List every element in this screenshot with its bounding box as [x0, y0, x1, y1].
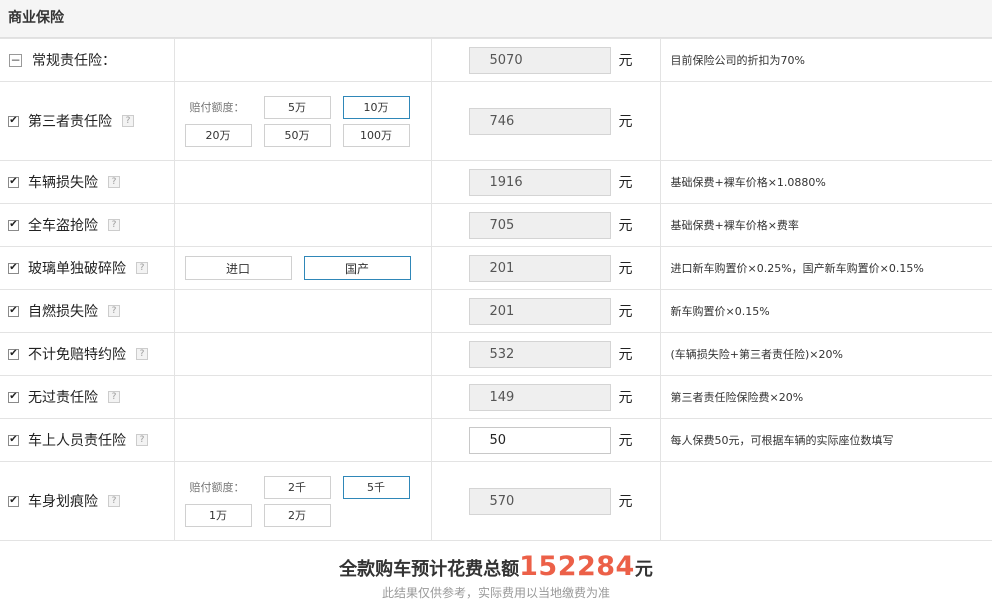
options-label: 赔付额度：: [189, 481, 245, 494]
price-field: 1916: [468, 168, 611, 196]
question-icon[interactable]: ?: [136, 348, 148, 360]
formula-text: [659, 461, 992, 541]
formula-text: [659, 81, 992, 161]
item-name: 车上人员责任险: [28, 433, 126, 449]
formula-text: 新车购置价×0.15%: [659, 289, 992, 333]
table-row: ✔ 玻璃单独破碎险 ? 进口 国产 201 元 进口新车购置价×0.25%，国产…: [0, 246, 992, 290]
unit-label: 元: [618, 390, 633, 406]
disclaimer-note: 此结果仅供参考，实际费用以当地缴费为准: [381, 586, 610, 600]
price-field: 149: [468, 383, 611, 411]
table-row: − 常规责任险： 5070 元 目前保险公司的折扣为70%: [0, 38, 992, 82]
option-2wan[interactable]: 2万: [263, 503, 331, 527]
formula-text: 基础保费+裸车价格×1.0880%: [659, 160, 992, 204]
option-50wan[interactable]: 50万: [263, 123, 331, 147]
unit-label: 元: [618, 218, 633, 234]
question-icon[interactable]: ?: [108, 176, 120, 188]
option-2qian[interactable]: 2千: [263, 475, 331, 499]
item-name: 第三者责任险: [28, 114, 112, 130]
item-name: 无过责任险: [28, 390, 98, 406]
question-icon[interactable]: ?: [108, 219, 120, 231]
checked-checkbox-icon[interactable]: ✔: [8, 495, 19, 507]
collapse-minus-icon[interactable]: −: [9, 53, 22, 67]
option-100wan[interactable]: 100万: [342, 123, 410, 147]
option-imported[interactable]: 进口: [184, 256, 292, 280]
checked-checkbox-icon[interactable]: ✔: [8, 262, 19, 274]
price-field: 201: [468, 297, 611, 325]
question-icon[interactable]: ?: [136, 262, 148, 274]
option-5wan[interactable]: 5万: [263, 95, 331, 119]
option-10wan[interactable]: 10万: [342, 95, 410, 119]
checked-checkbox-icon[interactable]: ✔: [8, 434, 19, 446]
unit-label: 元: [618, 304, 633, 320]
item-name: 自燃损失险: [28, 304, 98, 320]
checked-checkbox-icon[interactable]: ✔: [8, 115, 19, 127]
total-amount: 152284: [519, 551, 635, 582]
item-name: 全车盗抢险: [28, 218, 98, 234]
option-5qian[interactable]: 5千: [342, 475, 410, 499]
price-field: 570: [468, 487, 611, 515]
question-icon[interactable]: ?: [108, 391, 120, 403]
checked-checkbox-icon[interactable]: ✔: [8, 305, 19, 317]
formula-text: 第三者责任险保险费×20%: [659, 375, 992, 419]
price-field: 5070: [468, 46, 611, 74]
option-domestic[interactable]: 国产: [303, 256, 411, 280]
total-suffix: 元: [634, 559, 653, 580]
formula-text: 目前保险公司的折扣为70%: [659, 38, 992, 82]
formula-text: 每人保费50元，可根据车辆的实际座位数填写: [659, 418, 992, 462]
total-prefix: 全款购车预计花费总额: [339, 559, 520, 580]
unit-label: 元: [618, 53, 633, 69]
table-row: ✔ 无过责任险 ? 149 元 第三者责任险保险费×20%: [0, 375, 992, 419]
item-name: 玻璃单独破碎险: [28, 261, 126, 277]
checked-checkbox-icon[interactable]: ✔: [8, 391, 19, 403]
table-row: ✔ 车上人员责任险 ? 50 元 每人保费50元，可根据车辆的实际座位数填写: [0, 418, 992, 462]
section-title: 商业保险: [8, 10, 64, 26]
price-field: 532: [468, 340, 611, 368]
total-summary: 全款购车预计花费总额 152284 元 此结果仅供参考，实际费用以当地缴费为准: [0, 541, 992, 601]
table-row: ✔ 自燃损失险 ? 201 元 新车购置价×0.15%: [0, 289, 992, 333]
price-field: 746: [468, 107, 611, 135]
question-icon[interactable]: ?: [108, 495, 120, 507]
formula-text: 进口新车购置价×0.25%，国产新车购置价×0.15%: [659, 246, 992, 290]
unit-label: 元: [618, 261, 633, 277]
item-name: 车身划痕险: [28, 494, 98, 510]
item-name: 车辆损失险: [28, 175, 98, 191]
unit-label: 元: [618, 494, 633, 510]
option-1wan[interactable]: 1万: [184, 503, 252, 527]
section-header: 商业保险: [0, 0, 992, 38]
question-icon[interactable]: ?: [136, 434, 148, 446]
unit-label: 元: [618, 114, 633, 130]
price-field: 201: [468, 254, 611, 282]
formula-text: 基础保费+裸车价格×费率: [659, 203, 992, 247]
options-label: 赔付额度：: [189, 101, 245, 114]
item-name: 常规责任险：: [32, 53, 116, 69]
table-row: ✔ 车身划痕险 ? 赔付额度： 2千 5千 1万 2万 570 元: [0, 461, 992, 541]
total-line: 全款购车预计花费总额 152284 元: [0, 551, 992, 582]
table-row: ✔ 不计免赔特约险 ? 532 元 (车辆损失险+第三者责任险)×20%: [0, 332, 992, 376]
question-icon[interactable]: ?: [108, 305, 120, 317]
item-name: 不计免赔特约险: [28, 347, 126, 363]
table-row: ✔ 全车盗抢险 ? 705 元 基础保费+裸车价格×费率: [0, 203, 992, 247]
option-20wan[interactable]: 20万: [184, 123, 252, 147]
table-row: ✔ 第三者责任险 ? 赔付额度： 5万 10万 20万 50万 100万 746…: [0, 81, 992, 161]
passenger-premium-input[interactable]: 50: [468, 426, 611, 454]
formula-text: (车辆损失险+第三者责任险)×20%: [659, 332, 992, 376]
table-row: ✔ 车辆损失险 ? 1916 元 基础保费+裸车价格×1.0880%: [0, 160, 992, 204]
price-field: 705: [468, 211, 611, 239]
checked-checkbox-icon[interactable]: ✔: [8, 219, 19, 231]
insurance-table: − 常规责任险： 5070 元 目前保险公司的折扣为70% ✔ 第三者责任险 ?…: [0, 38, 992, 541]
checked-checkbox-icon[interactable]: ✔: [8, 176, 19, 188]
question-icon[interactable]: ?: [122, 115, 134, 127]
unit-label: 元: [618, 347, 633, 363]
checked-checkbox-icon[interactable]: ✔: [8, 348, 19, 360]
unit-label: 元: [618, 433, 633, 449]
unit-label: 元: [618, 175, 633, 191]
